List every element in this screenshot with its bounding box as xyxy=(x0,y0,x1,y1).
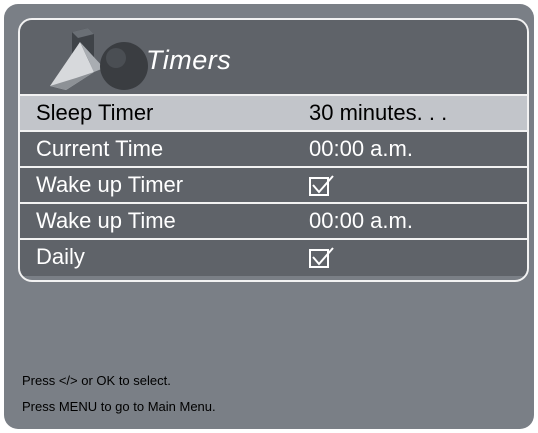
menu-row-wake-up-time[interactable]: Wake up Time 00:00 a.m. xyxy=(20,204,527,240)
help-text-main-menu: Press MENU to go to Main Menu. xyxy=(22,399,216,414)
shapes-logo-icon xyxy=(50,28,148,90)
row-label: Daily xyxy=(36,244,85,269)
sleep-timer-value: 30 minutes. . . xyxy=(309,100,448,125)
wake-up-time-value: 00:00 a.m. xyxy=(309,208,413,233)
row-label: Wake up Timer xyxy=(36,172,184,197)
checkbox-checked-icon[interactable] xyxy=(309,247,335,269)
timers-menu-panel: Timers Sleep Timer 30 minutes. . . Curre… xyxy=(4,4,534,429)
checkbox-checked-icon[interactable] xyxy=(309,175,335,197)
current-time-value: 00:00 a.m. xyxy=(309,136,413,161)
timers-menu: Timers Sleep Timer 30 minutes. . . Curre… xyxy=(18,18,529,282)
menu-header: Timers xyxy=(20,20,527,96)
menu-row-wake-up-timer[interactable]: Wake up Timer xyxy=(20,168,527,204)
row-label: Wake up Time xyxy=(36,208,176,233)
menu-row-daily[interactable]: Daily xyxy=(20,240,527,276)
help-text-select: Press </> or OK to select. xyxy=(22,373,171,388)
row-label: Sleep Timer xyxy=(36,100,154,125)
menu-row-current-time[interactable]: Current Time 00:00 a.m. xyxy=(20,132,527,168)
menu-title: Timers xyxy=(146,45,232,75)
menu-row-sleep-timer[interactable]: Sleep Timer 30 minutes. . . xyxy=(20,96,527,132)
row-label: Current Time xyxy=(36,136,164,161)
